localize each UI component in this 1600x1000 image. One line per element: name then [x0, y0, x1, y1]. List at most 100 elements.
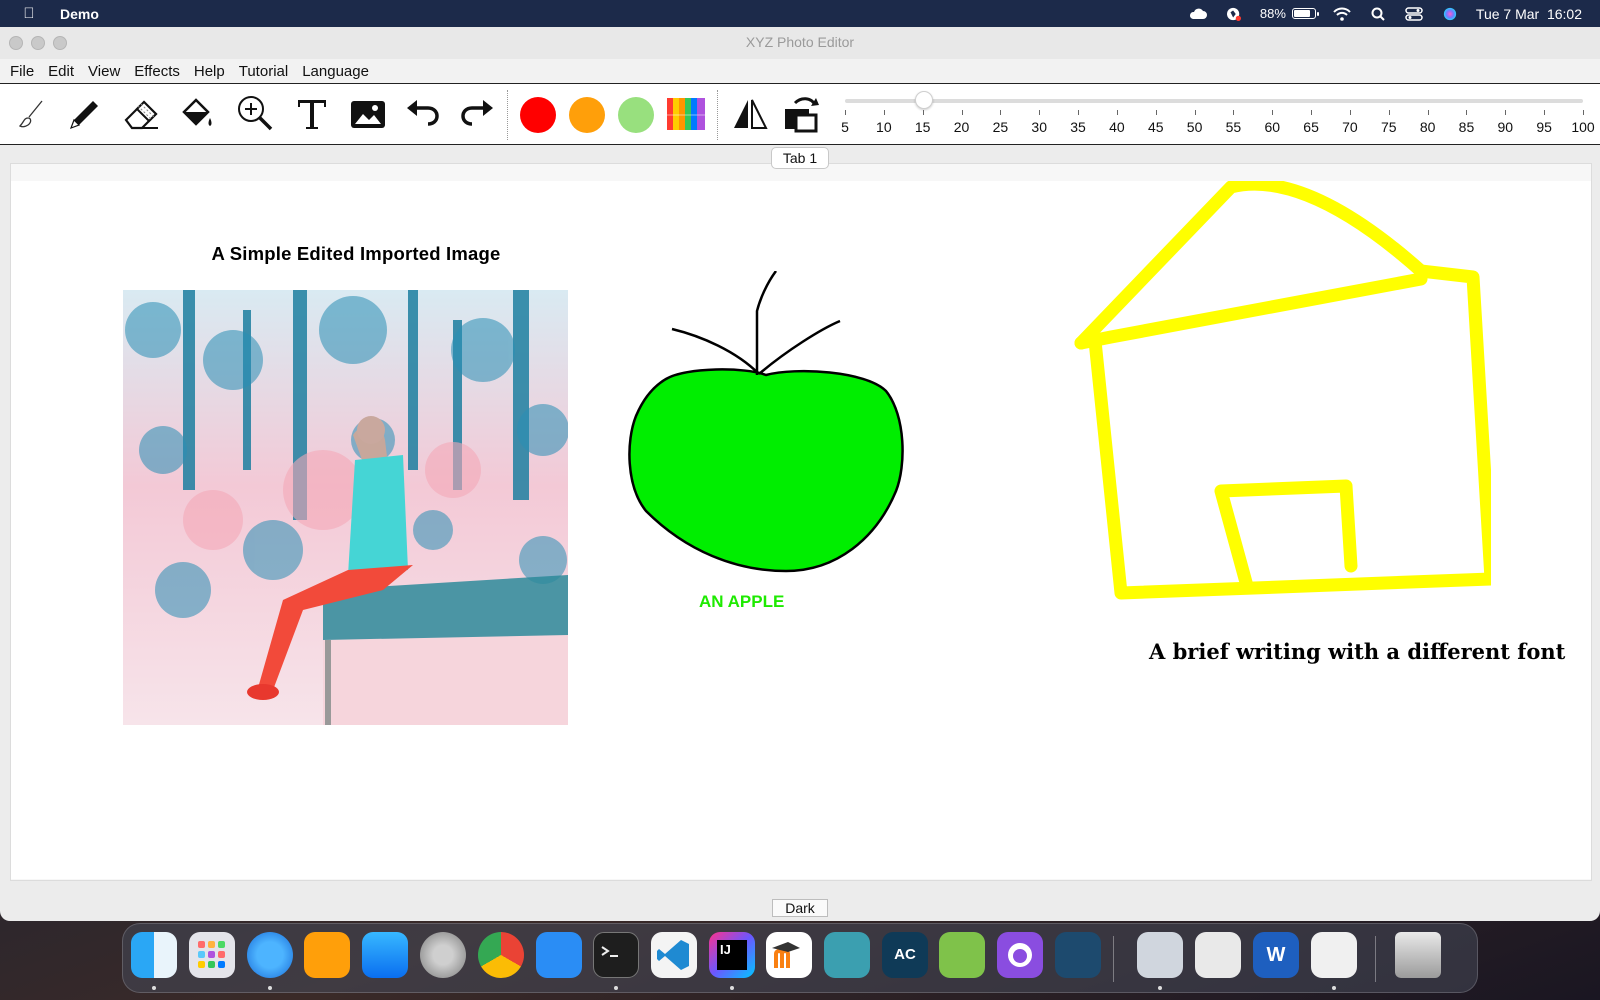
wifi-icon[interactable] [1332, 7, 1352, 21]
size-slider-thumb[interactable] [914, 91, 933, 109]
slider-tick-label: 35 [1070, 119, 1086, 135]
different-font-text: A brief writing with a different font [1149, 639, 1566, 664]
running-indicator [1158, 986, 1162, 990]
color-palette-icon[interactable] [664, 93, 708, 135]
control-center-icon[interactable] [1404, 6, 1424, 21]
color-red-swatch[interactable] [520, 97, 556, 133]
slider-tick [922, 110, 924, 115]
flip-horizontal-icon[interactable] [728, 93, 772, 135]
apple-caption: AN APPLE [699, 592, 785, 611]
mysql-icon[interactable] [1055, 932, 1101, 978]
slider-tick [1583, 110, 1584, 115]
running-indicator [268, 986, 272, 990]
java-icon[interactable] [1311, 932, 1357, 978]
battery-fill [1293, 10, 1310, 17]
status-area: 88% Tue 7 Mar 16:02 [1188, 0, 1582, 27]
slider-tick-label: 50 [1186, 119, 1203, 135]
window-titlebar[interactable]: XYZ Photo Editor [0, 27, 1600, 59]
running-indicator [1332, 986, 1336, 990]
battery-status[interactable]: 88% [1260, 6, 1319, 21]
app-menu-bar: File Edit View Effects Help Tutorial Lan… [0, 59, 1600, 84]
slider-tick [883, 110, 885, 115]
battery-icon [1291, 8, 1319, 19]
slider-tick-label: 45 [1147, 119, 1164, 135]
word-icon[interactable]: W [1253, 932, 1299, 978]
slider-tick [1505, 110, 1507, 115]
pencil-icon[interactable] [63, 93, 107, 135]
vscode-icon[interactable] [651, 932, 697, 978]
size-slider-track[interactable] [845, 99, 1583, 103]
dock-separator [1113, 936, 1114, 982]
slider-tick-label: 25 [992, 119, 1009, 135]
slider-tick [1000, 110, 1002, 115]
window-title: XYZ Photo Editor [745, 34, 855, 50]
running-indicator [730, 986, 734, 990]
slider-tick [845, 110, 846, 115]
spotlight-icon[interactable] [1368, 7, 1388, 21]
dark-theme-button[interactable]: Dark [772, 899, 828, 917]
slider-tick-label: 55 [1225, 119, 1242, 135]
house-drawing [1074, 181, 1491, 600]
launchpad-icon[interactable] [189, 932, 235, 978]
menu-tutorial[interactable]: Tutorial [239, 63, 288, 80]
tab-1[interactable]: Tab 1 [771, 147, 829, 169]
photos-icon[interactable] [1195, 932, 1241, 978]
slider-tick-label: 5 [841, 119, 849, 135]
intellij-icon[interactable]: IJ [709, 932, 755, 978]
paint-bucket-icon[interactable] [176, 93, 220, 135]
github-icon[interactable] [997, 932, 1043, 978]
dock-separator [1375, 936, 1376, 982]
undo-icon[interactable] [401, 93, 445, 135]
finder-icon[interactable] [131, 932, 177, 978]
color-orange-swatch[interactable] [569, 97, 605, 133]
slider-tick-label: 30 [1031, 119, 1047, 135]
zoom-in-icon[interactable] [233, 93, 277, 135]
menu-edit[interactable]: Edit [48, 63, 74, 80]
clock[interactable]: Tue 7 Mar 16:02 [1476, 6, 1582, 22]
dock: IJ AC W [122, 923, 1478, 993]
slider-tick-label: 80 [1419, 119, 1436, 135]
preview-icon[interactable] [1137, 932, 1183, 978]
chrome-icon[interactable] [478, 932, 524, 978]
slider-tick-label: 20 [953, 119, 970, 135]
slider-tick [1155, 110, 1157, 115]
slider-tick-label: 90 [1497, 119, 1514, 135]
menu-effects[interactable]: Effects [134, 63, 180, 80]
slider-tick [1466, 110, 1468, 115]
siri-icon[interactable] [1440, 7, 1460, 21]
icloud-icon[interactable] [1188, 7, 1208, 21]
terminal-icon[interactable] [593, 932, 639, 978]
slider-tick [1311, 110, 1313, 115]
slider-tick-label: 15 [914, 119, 931, 135]
app-store-icon[interactable] [362, 932, 408, 978]
eraser-icon[interactable] [120, 93, 164, 135]
drawing-canvas[interactable]: A Simple Edited Imported Image AN APPLE … [11, 181, 1591, 879]
system-settings-icon[interactable] [420, 932, 466, 978]
slider-tick [1272, 110, 1274, 115]
text-icon[interactable] [290, 93, 334, 135]
vpn-icon[interactable] [1224, 7, 1244, 21]
editor-icon[interactable] [939, 932, 985, 978]
active-app-name[interactable]: Demo [60, 6, 99, 22]
image-icon[interactable] [346, 93, 390, 135]
menu-help[interactable]: Help [194, 63, 225, 80]
pages-icon[interactable] [304, 932, 350, 978]
brush-icon[interactable] [8, 93, 52, 135]
xcode-icon[interactable] [536, 932, 582, 978]
blender-icon[interactable] [824, 932, 870, 978]
menu-file[interactable]: File [10, 63, 34, 80]
color-green-swatch[interactable] [618, 97, 654, 133]
apple-menu-icon[interactable]:  [20, 5, 38, 22]
slider-tick-label: 75 [1380, 119, 1397, 135]
toolbar-separator [717, 90, 718, 140]
menu-language[interactable]: Language [302, 63, 369, 80]
slider-tick-label: 10 [876, 119, 892, 135]
menu-view[interactable]: View [88, 63, 120, 80]
apple-drawing [628, 271, 904, 573]
ac-icon[interactable]: AC [882, 932, 928, 978]
safari-icon[interactable] [247, 932, 293, 978]
trash-icon[interactable] [1395, 932, 1441, 978]
moodle-icon[interactable] [766, 932, 812, 978]
rotate-icon[interactable] [780, 93, 824, 135]
redo-icon[interactable] [455, 93, 499, 135]
